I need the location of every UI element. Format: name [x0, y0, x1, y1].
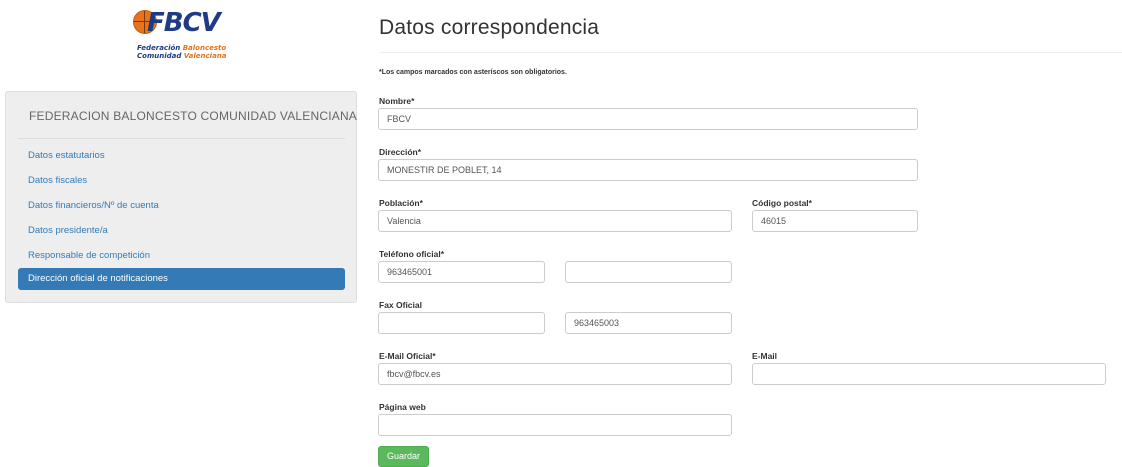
- pagina-web-label: Página web: [379, 402, 426, 412]
- telefono-input-1[interactable]: 963465001: [378, 261, 545, 283]
- poblacion-input[interactable]: Valencia: [378, 210, 732, 232]
- fbcv-logo: FBCV Federación Baloncesto Comunidad Val…: [133, 8, 233, 60]
- page-title: Datos correspondencia: [379, 16, 600, 39]
- title-divider: [379, 52, 1122, 53]
- email-label: E-Mail: [752, 351, 778, 361]
- save-button[interactable]: Guardar: [378, 446, 429, 467]
- logo-subtitle-line2: Comunidad Valenciana: [137, 52, 227, 60]
- sidebar-divider: [18, 138, 345, 139]
- required-fields-note: *Los campos marcados con asteríscos son …: [379, 69, 567, 76]
- sidebar-item-datos-financieros[interactable]: Datos financieros/Nº de cuenta: [18, 195, 345, 217]
- telefono-label: Teléfono oficial*: [379, 249, 445, 259]
- sidebar-item-datos-presidente[interactable]: Datos presidente/a: [18, 220, 345, 242]
- nombre-input[interactable]: FBCV: [378, 108, 918, 130]
- email-input[interactable]: [752, 363, 1106, 385]
- sidebar-item-datos-estatutarios[interactable]: Datos estatutarios: [18, 145, 345, 167]
- codigo-postal-input[interactable]: 46015: [752, 210, 918, 232]
- email-oficial-input[interactable]: fbcv@fbcv.es: [378, 363, 732, 385]
- nombre-label: Nombre*: [379, 96, 415, 106]
- sidebar-item-direccion-notificaciones[interactable]: Dirección oficial de notificaciones: [18, 268, 345, 290]
- sidebar-item-datos-fiscales[interactable]: Datos fiscales: [18, 170, 345, 192]
- direccion-input[interactable]: MONESTIR DE POBLET, 14: [378, 159, 918, 181]
- fax-label: Fax Oficial: [379, 300, 422, 310]
- direccion-label: Dirección*: [379, 147, 422, 157]
- fax-input-1[interactable]: [378, 312, 545, 334]
- pagina-web-input[interactable]: [378, 414, 732, 436]
- poblacion-label: Población*: [379, 198, 423, 208]
- fax-input-2[interactable]: 963465003: [565, 312, 732, 334]
- sidebar-title: FEDERACION BALONCESTO COMUNIDAD VALENCIA…: [29, 109, 358, 123]
- sidebar-item-responsable-competicion[interactable]: Responsable de competición: [18, 245, 345, 267]
- telefono-input-2[interactable]: [565, 261, 732, 283]
- logo-abbreviation: FBCV: [147, 8, 221, 38]
- codigo-postal-label: Código postal*: [752, 198, 812, 208]
- logo-subtitle-line1: Federación Baloncesto: [137, 44, 227, 52]
- email-oficial-label: E-Mail Oficial*: [379, 351, 436, 361]
